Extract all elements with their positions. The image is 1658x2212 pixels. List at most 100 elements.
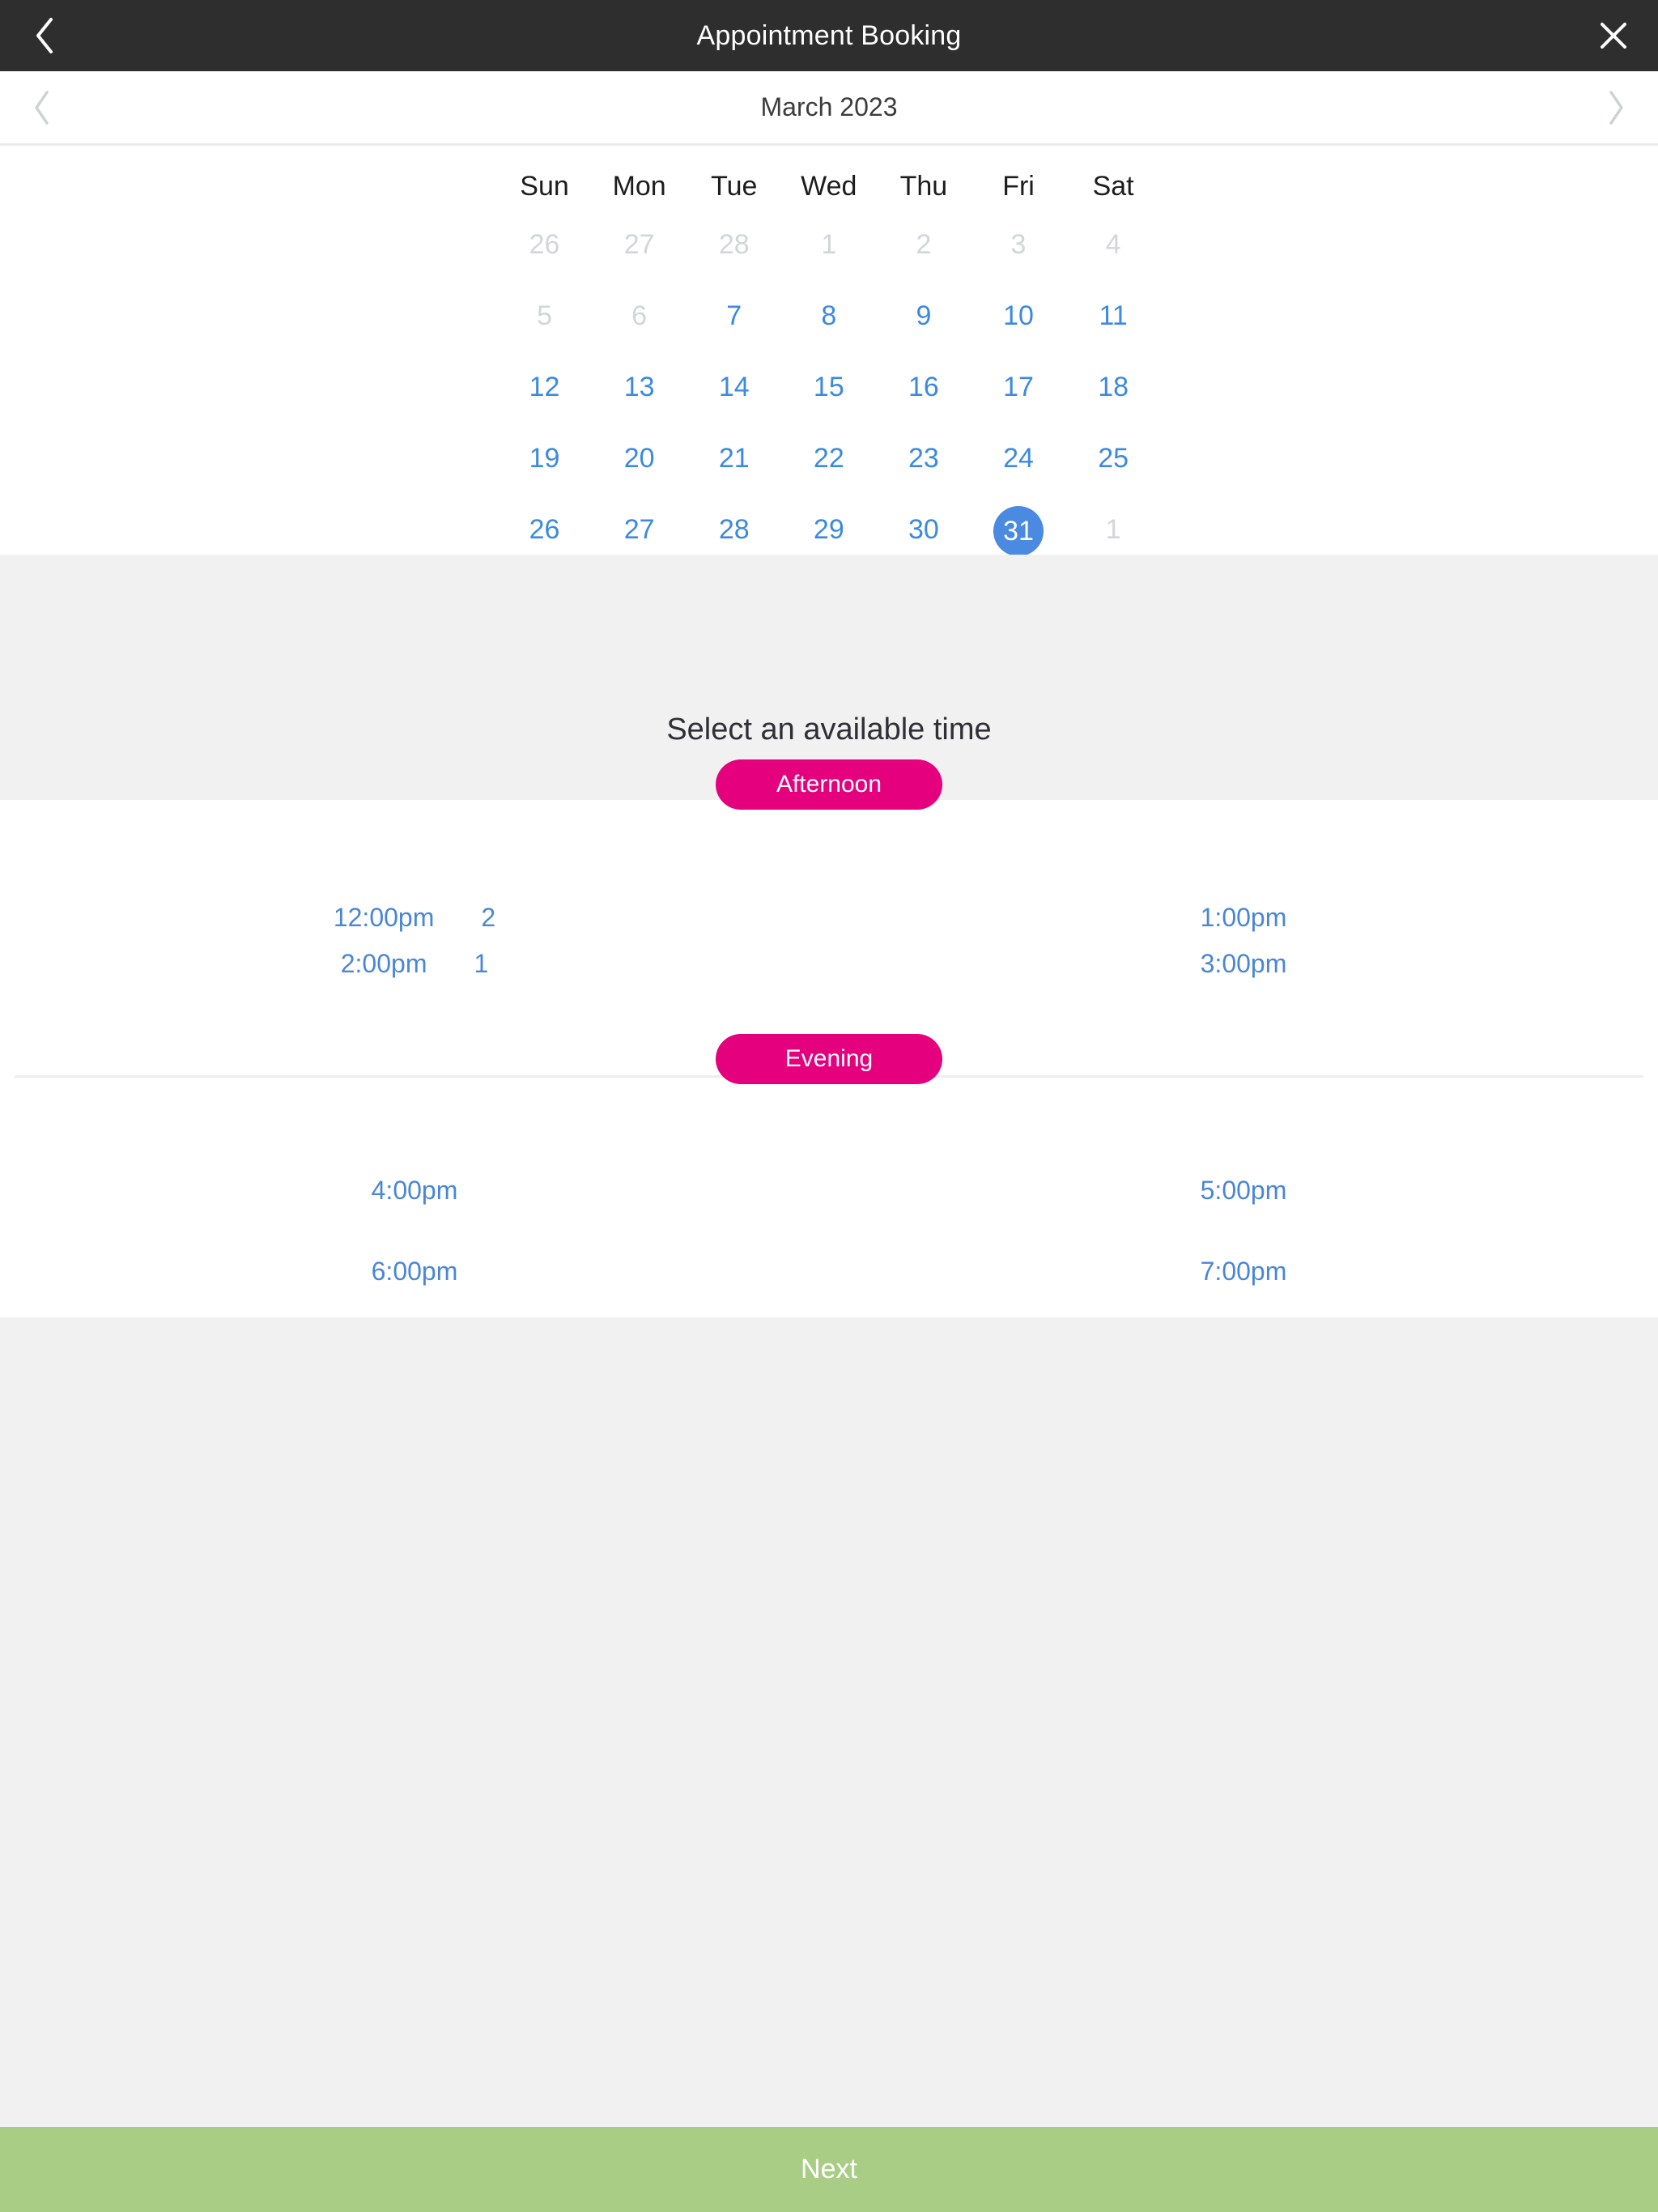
calendar-day-cell[interactable]: 3 — [971, 209, 1065, 280]
calendar-day-cell[interactable]: 5 — [497, 280, 592, 351]
time-slot-left-cell: 6:00pm — [0, 1257, 829, 1287]
weekday-header: Thu — [899, 171, 948, 202]
time-slot-left-cell: 2:00pm 1 — [0, 949, 829, 979]
calendar-day-cell[interactable]: 13 — [592, 351, 687, 423]
close-button[interactable] — [1569, 0, 1658, 71]
time-group-label-evening[interactable]: Evening — [716, 1034, 942, 1084]
time-section-heading: Select an available time — [666, 713, 992, 747]
calendar-day-number: 25 — [1098, 443, 1129, 474]
time-slot-count-badge: 2 — [481, 903, 496, 932]
time-slot-row: 6:00pm 7:00pm — [0, 1257, 1658, 1302]
next-button[interactable]: Next — [0, 2127, 1658, 2212]
time-slot-right-cell: 7:00pm — [829, 1257, 1658, 1287]
back-button[interactable] — [0, 0, 89, 71]
calendar-day-cell[interactable]: 27 — [592, 209, 687, 280]
calendar-day-cell[interactable]: 4 — [1066, 209, 1161, 280]
time-slot-row: 2:00pm 1 3:00pm — [0, 949, 1658, 994]
calendar-week-row: 26 27 28 1 2 3 4 — [497, 209, 1161, 280]
calendar-day-cell[interactable]: 14 — [687, 351, 781, 423]
month-navigation-bar: March 2023 — [0, 71, 1658, 143]
calendar-day-number: 14 — [718, 372, 750, 402]
calendar-day-number: 17 — [1003, 372, 1034, 402]
calendar-day-number: 27 — [623, 229, 655, 260]
time-slot-row: 4:00pm 5:00pm — [0, 1176, 1658, 1221]
calendar-day-cell[interactable]: 20 — [592, 423, 687, 494]
calendar-day-cell[interactable]: 21 — [687, 423, 781, 494]
calendar-day-cell[interactable]: 9 — [876, 280, 971, 351]
calendar-day-number: 10 — [1003, 300, 1034, 331]
calendar-day-number: 18 — [1098, 372, 1129, 402]
calendar-day-cell[interactable]: 18 — [1066, 351, 1161, 423]
calendar-day-number: 11 — [1099, 300, 1128, 331]
bottom-empty-area — [0, 1317, 1658, 2127]
next-button-label: Next — [801, 2154, 857, 2184]
calendar-day-cell[interactable]: 26 — [497, 209, 592, 280]
calendar-day-cell[interactable]: 7 — [687, 280, 781, 351]
time-slot-right-cell: 3:00pm — [829, 949, 1658, 979]
current-month-label: March 2023 — [760, 92, 898, 121]
calendar-day-number: 5 — [537, 300, 552, 331]
time-slot-left-cell: 12:00pm 2 — [0, 903, 829, 933]
calendar-day-cell[interactable]: 25 — [1066, 423, 1161, 494]
previous-month-button[interactable] — [0, 71, 84, 143]
calendar-day-number: 20 — [623, 443, 655, 474]
next-month-button[interactable] — [1574, 71, 1658, 143]
calendar-day-number: 12 — [529, 372, 560, 402]
time-slot-row: 12:00pm 2 1:00pm — [0, 903, 1658, 948]
calendar-day-cell[interactable]: 23 — [876, 423, 971, 494]
calendar-day-number: 8 — [821, 300, 837, 331]
calendar-day-cell[interactable]: 22 — [781, 423, 876, 494]
calendar-day-cell[interactable]: 11 — [1066, 280, 1161, 351]
calendar-day-number: 4 — [1105, 229, 1121, 260]
close-x-icon — [1601, 23, 1626, 49]
chevron-left-icon — [35, 90, 49, 125]
calendar-day-cell[interactable]: 6 — [592, 280, 687, 351]
time-slot-button[interactable]: 5:00pm — [1201, 1176, 1287, 1206]
calendar-day-number: 1 — [821, 229, 837, 260]
calendar-day-number: 26 — [529, 229, 560, 260]
app-header-bar: Appointment Booking — [0, 0, 1658, 71]
calendar-day-cell[interactable]: 15 — [781, 351, 876, 423]
calendar-day-cell[interactable]: 2 — [876, 209, 971, 280]
weekday-header: Tue — [711, 171, 758, 202]
calendar-day-number: 24 — [1003, 443, 1034, 474]
time-slot-button[interactable]: 7:00pm — [1201, 1257, 1287, 1287]
calendar-day-cell[interactable]: 8 — [781, 280, 876, 351]
chevron-right-icon — [1609, 90, 1623, 125]
calendar-day-number: 16 — [908, 372, 939, 402]
calendar-day-number: 7 — [726, 300, 742, 331]
calendar-day-number: 13 — [623, 372, 655, 402]
calendar-day-number: 9 — [916, 300, 932, 331]
calendar-grid: Sun Mon Tue Wed Thu Fri Sat 26 27 28 1 2… — [497, 146, 1161, 565]
calendar-day-cell[interactable]: 1 — [781, 209, 876, 280]
calendar-day-cell[interactable]: 16 — [876, 351, 971, 423]
calendar-day-number: 21 — [718, 443, 750, 474]
time-slot-count-badge: 1 — [474, 949, 489, 978]
calendar-panel: Sun Mon Tue Wed Thu Fri Sat 26 27 28 1 2… — [0, 146, 1658, 557]
calendar-day-number: 19 — [529, 443, 560, 474]
time-slot-button[interactable]: 6:00pm — [372, 1257, 458, 1287]
calendar-day-cell[interactable]: 24 — [971, 423, 1065, 494]
calendar-day-number: 15 — [813, 372, 844, 402]
weekday-header-row: Sun Mon Tue Wed Thu Fri Sat — [497, 146, 1161, 209]
calendar-day-cell[interactable]: 10 — [971, 280, 1065, 351]
calendar-day-number: 2 — [916, 229, 932, 260]
calendar-day-cell[interactable]: 28 — [687, 209, 781, 280]
calendar-week-row: 5 6 7 8 9 10 11 — [497, 280, 1161, 351]
calendar-day-cell[interactable]: 19 — [497, 423, 592, 494]
calendar-day-number: 28 — [718, 229, 750, 260]
calendar-week-row: 19 20 21 22 23 24 25 — [497, 423, 1161, 494]
calendar-day-number: 31 — [993, 506, 1044, 557]
time-group-label-afternoon[interactable]: Afternoon — [716, 759, 942, 810]
time-slot-button[interactable]: 3:00pm — [1201, 949, 1287, 979]
time-slot-button[interactable]: 12:00pm — [334, 903, 435, 933]
time-slot-button[interactable]: 1:00pm — [1201, 903, 1287, 933]
time-slot-right-cell: 5:00pm — [829, 1176, 1658, 1206]
calendar-day-number: 3 — [1010, 229, 1027, 260]
calendar-day-cell[interactable]: 12 — [497, 351, 592, 423]
time-slot-button[interactable]: 2:00pm — [341, 949, 427, 979]
weekday-header: Sun — [520, 171, 569, 202]
time-slot-button[interactable]: 4:00pm — [372, 1176, 458, 1206]
calendar-day-cell[interactable]: 17 — [971, 351, 1065, 423]
weekday-header: Sat — [1092, 171, 1134, 202]
